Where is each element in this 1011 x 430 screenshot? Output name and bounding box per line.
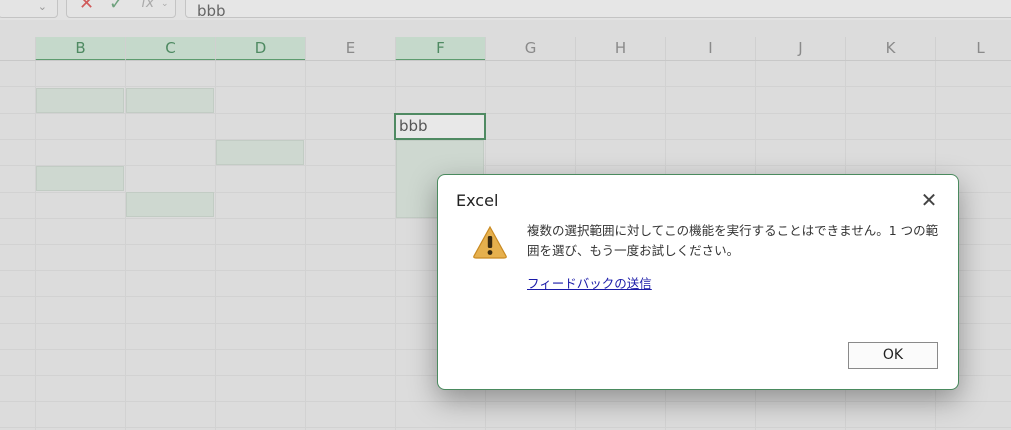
selected-cell[interactable]	[216, 140, 304, 165]
column-header-j[interactable]: J	[755, 37, 845, 60]
active-cell-value: bbb	[399, 117, 428, 135]
grid-line	[0, 113, 1011, 114]
error-dialog: Excel ✕ 複数の選択範囲に対してこの機能を実行することはできません。1 つ…	[437, 174, 959, 390]
chevron-down-icon: ⌄	[37, 0, 47, 13]
dialog-message: 複数の選択範囲に対してこの機能を実行することはできません。1 つの範囲を選び、も…	[527, 223, 939, 258]
column-header-i[interactable]: I	[665, 37, 755, 60]
dialog-title: Excel	[456, 191, 499, 210]
chevron-down-icon[interactable]: ⌄	[161, 0, 169, 9]
column-headers: B C D E F G H I J K L	[0, 37, 1011, 61]
column-header-g[interactable]: G	[485, 37, 575, 60]
column-header-c[interactable]: C	[125, 37, 215, 61]
selected-cell[interactable]	[36, 88, 124, 113]
check-icon[interactable]: ✓	[109, 0, 124, 13]
formula-value: bbb	[197, 2, 226, 20]
grid-line	[0, 427, 1011, 428]
formula-bar: ⌄ ✕ ✓ fx ⌄ bbb	[0, 0, 1011, 20]
formula-input[interactable]: bbb	[185, 0, 1011, 20]
close-icon[interactable]: ✕	[79, 0, 94, 13]
column-header-l[interactable]: L	[935, 37, 1011, 60]
selected-cell[interactable]	[126, 192, 214, 217]
grid-line	[0, 401, 1011, 402]
feedback-link[interactable]: フィードバックの送信	[527, 275, 652, 293]
ok-button[interactable]: OK	[848, 342, 938, 369]
grid-line	[0, 165, 1011, 166]
selected-cell[interactable]	[126, 88, 214, 113]
column-header-d[interactable]: D	[215, 37, 305, 61]
active-cell[interactable]: bbb	[394, 113, 486, 140]
column-header-e[interactable]: E	[305, 37, 395, 60]
selected-cell[interactable]	[36, 166, 124, 191]
close-icon[interactable]: ✕	[916, 187, 942, 213]
formula-buttons: ✕ ✓ fx ⌄	[66, 0, 176, 18]
grid-line	[0, 139, 1011, 140]
name-box-dropdown[interactable]: ⌄	[0, 0, 58, 18]
warning-icon	[472, 225, 508, 259]
grid-line	[0, 86, 1011, 87]
column-header-f[interactable]: F	[395, 37, 485, 61]
column-header-h[interactable]: H	[575, 37, 665, 60]
column-header-b[interactable]: B	[35, 37, 125, 61]
column-header-k[interactable]: K	[845, 37, 935, 60]
fx-icon[interactable]: fx	[141, 0, 154, 10]
